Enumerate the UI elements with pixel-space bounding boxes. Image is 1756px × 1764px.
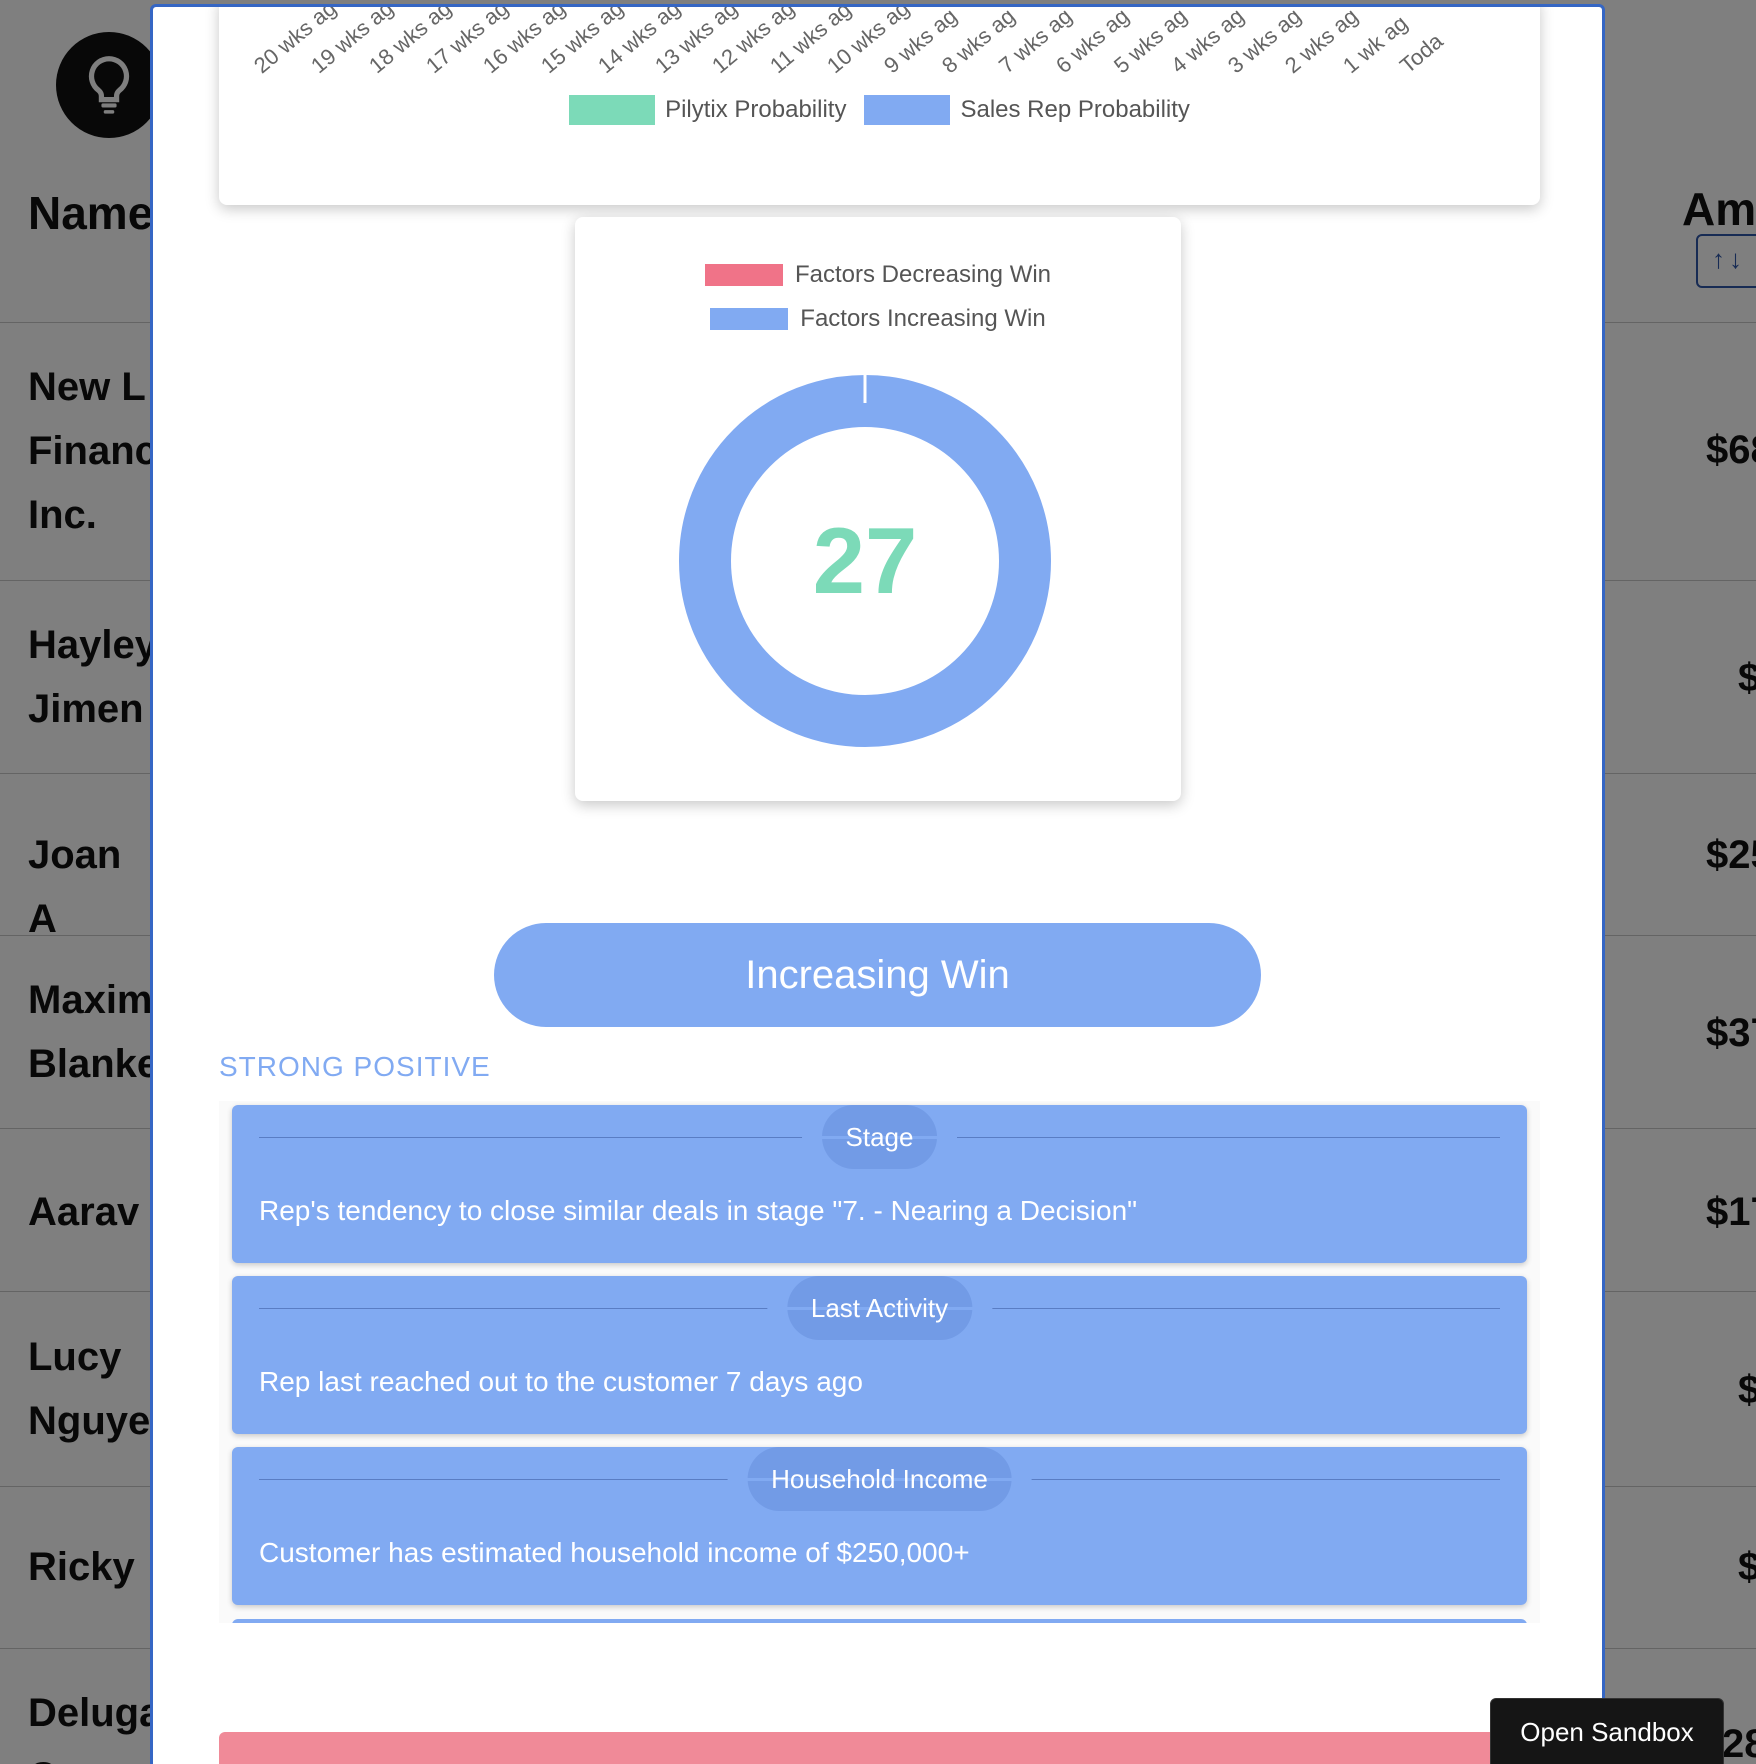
decreasing-swatch [704,264,783,286]
factor-description: Rep's tendency to close similar deals in… [259,1195,1138,1226]
legend-item-decreasing[interactable]: Factors Decreasing Win [575,261,1181,289]
legend-label: Pilytix Probability [665,96,847,123]
factor-description: Customer has estimated household income … [259,1537,970,1568]
pilytix-swatch [569,95,656,125]
legend-item-pilytix[interactable]: Pilytix Probability [569,95,846,125]
win-factors-donut-card: Factors Decreasing Win Factors Increasin… [575,217,1181,801]
factor-card: Last Activity Rep last reached out to th… [232,1276,1527,1434]
line-chart-legend: Pilytix Probability Sales Rep Probabilit… [219,95,1540,125]
legend-item-increasing[interactable]: Factors Increasing Win [575,305,1181,333]
sales-rep-swatch [864,95,951,125]
factor-card-partial [232,1619,1527,1623]
legend-item-sales-rep[interactable]: Sales Rep Probability [864,95,1190,125]
factor-card: Stage Rep's tendency to close similar de… [232,1105,1527,1263]
legend-label: Sales Rep Probability [960,96,1190,123]
pilytix-score: 27 [812,508,918,613]
factor-list[interactable]: Stage Rep's tendency to close similar de… [219,1101,1540,1623]
decreasing-win-tab[interactable] [219,1732,1540,1764]
factor-name-chip: Last Activity [766,1276,993,1340]
strength-heading: STRONG POSITIVE [219,1051,491,1082]
increasing-win-tab[interactable]: Increasing Win [494,923,1261,1027]
deal-detail-modal: 20 wks ag 19 wks ag 18 wks ag 17 wks ag 16 w… [150,4,1605,1764]
factor-description: Rep last reached out to the customer 7 d… [259,1366,863,1397]
open-sandbox-button[interactable]: Open Sandbox [1490,1698,1724,1764]
factor-card: Household Income Customer has estimated … [232,1447,1527,1605]
increasing-swatch [710,308,789,330]
legend-label: Factors Decreasing Win [794,261,1052,288]
factor-name-chip: Household Income [727,1447,1032,1511]
factor-name-chip: Stage [801,1105,958,1169]
donut-chart: 27 [653,349,1077,773]
probability-history-chart: 20 wks ag 19 wks ag 18 wks ag 17 wks ag 16 w… [219,7,1540,205]
legend-label: Factors Increasing Win [800,305,1046,332]
